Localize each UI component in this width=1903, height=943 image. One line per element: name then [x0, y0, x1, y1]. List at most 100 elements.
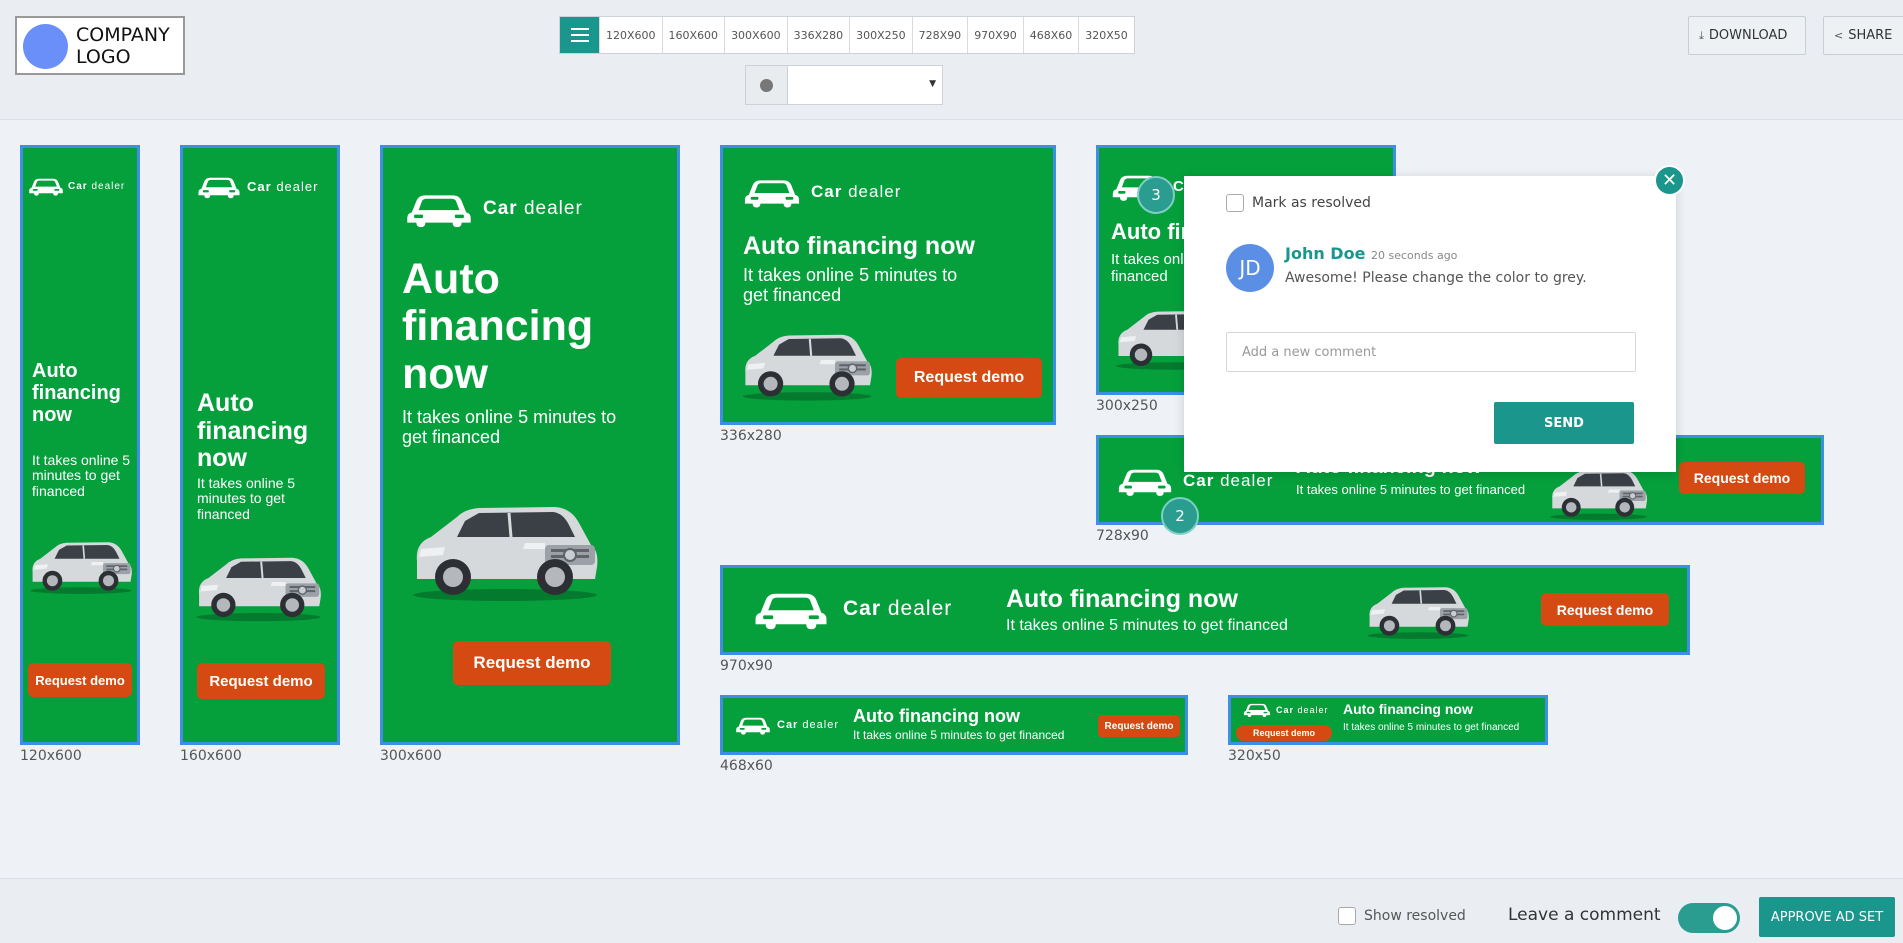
mark-resolved-row[interactable]: Mark as resolved: [1226, 194, 1371, 212]
car-icon: [28, 175, 64, 197]
car-icon: [1117, 464, 1173, 498]
send-button[interactable]: SEND: [1494, 402, 1634, 444]
brand-light: dealer: [91, 180, 126, 192]
size-button-468x60[interactable]: 468X60: [1022, 17, 1079, 53]
brand-bold: Car: [1276, 704, 1295, 715]
size-button-320x50[interactable]: 320X50: [1078, 17, 1134, 53]
ad-size-label: 970x90: [720, 658, 773, 674]
ad-preview-336x280[interactable]: Car dealer Auto financing now It takes o…: [720, 145, 1056, 425]
share-label: SHARE: [1848, 28, 1893, 43]
download-icon: ⤓: [1699, 28, 1704, 42]
hamburger-icon[interactable]: [560, 17, 599, 53]
share-icon: <: [1834, 29, 1844, 42]
car-photo: [1363, 574, 1473, 640]
brand-light: dealer: [1297, 704, 1329, 715]
ad-size-label: 120x600: [20, 748, 82, 764]
ad-cta-button[interactable]: Request demo: [896, 358, 1042, 398]
ad-cta-button[interactable]: Request demo: [1236, 725, 1332, 741]
ad-preview-300x600[interactable]: Car dealer Auto financing now It takes o…: [380, 145, 680, 745]
company-logo[interactable]: COMPANY LOGO: [15, 16, 185, 75]
size-button-728x90[interactable]: 728X90: [911, 17, 968, 53]
brand-bold: Car: [68, 180, 88, 192]
comment-mode-toggle[interactable]: [1678, 903, 1740, 933]
ad-cta-button[interactable]: Request demo: [453, 641, 611, 685]
car-icon: [405, 188, 473, 230]
language-selector[interactable]: ▼: [745, 65, 943, 105]
comment-popup: Mark as resolved JD John Doe 20 seconds …: [1184, 176, 1676, 472]
caret-down-icon: ▼: [929, 79, 936, 89]
car-icon: [743, 174, 801, 210]
ad-brand: Car dealer: [28, 175, 125, 197]
ad-cta-button[interactable]: Request demo: [28, 663, 132, 697]
brand-bold: Car: [483, 198, 518, 219]
logo-text: COMPANY LOGO: [76, 24, 170, 68]
car-photo: [26, 528, 136, 596]
comment-badge-3[interactable]: 3: [1137, 176, 1175, 214]
share-button[interactable]: < SHARE: [1823, 16, 1903, 55]
car-photo: [191, 540, 326, 624]
ad-size-label: 336x280: [720, 428, 782, 444]
ad-brand: Car dealer: [735, 714, 839, 736]
download-button[interactable]: ⤓ DOWNLOAD: [1688, 16, 1806, 55]
ad-cta-button[interactable]: Request demo: [197, 663, 325, 699]
top-toolbar: COMPANY LOGO 120X600 160X600 300X600 336…: [0, 0, 1903, 120]
ad-cta-button[interactable]: Request demo: [1541, 593, 1669, 626]
brand-bold: Car: [247, 179, 272, 194]
brand-bold: Car: [811, 182, 843, 201]
download-label: DOWNLOAD: [1708, 28, 1788, 43]
ad-headline: Auto financing now: [197, 389, 309, 472]
ad-subline: It takes online 5 minutes to get finance…: [1296, 482, 1526, 497]
car-icon: [197, 173, 241, 200]
language-dropdown[interactable]: ▼: [788, 66, 942, 104]
car-photo: [405, 483, 605, 603]
brand-bold: Car: [1183, 471, 1215, 490]
brand-light: dealer: [887, 597, 953, 620]
ad-size-label: 728x90: [1096, 528, 1149, 544]
new-comment-input[interactable]: Add a new comment: [1226, 332, 1636, 372]
brand-light: dealer: [1220, 471, 1274, 490]
brand-light: dealer: [523, 198, 583, 219]
size-button-300x250[interactable]: 300X250: [849, 17, 912, 53]
size-button-160x600[interactable]: 160X600: [661, 17, 725, 53]
ad-subline: It takes online 5 minutes to get finance…: [853, 728, 1065, 742]
ad-size-label: 160x600: [180, 748, 242, 764]
ad-preview-970x90[interactable]: Car dealer Auto financing now It takes o…: [720, 565, 1690, 655]
ad-headline: Auto financing now: [402, 255, 594, 398]
ad-brand: Car dealer: [405, 188, 583, 230]
close-icon[interactable]: ✕: [1654, 165, 1685, 196]
brand-light: dealer: [848, 182, 902, 201]
logo-circle-icon: [23, 24, 68, 69]
ad-brand: Car dealer: [197, 173, 318, 200]
size-button-120x600[interactable]: 120X600: [599, 17, 662, 53]
ad-subline: It takes online 5 minutes to get finance…: [1006, 617, 1288, 634]
size-button-300x600[interactable]: 300X600: [724, 17, 787, 53]
ad-headline: Auto financing now: [1006, 585, 1238, 613]
show-resolved-row[interactable]: Show resolved: [1338, 907, 1466, 925]
comment-author: John Doe: [1285, 244, 1366, 263]
ad-headline: Auto financing now: [1343, 701, 1473, 717]
mark-resolved-checkbox[interactable]: [1226, 194, 1244, 212]
ad-size-label: 300x600: [380, 748, 442, 764]
size-button-336x280[interactable]: 336X280: [786, 17, 850, 53]
comment-badge-2[interactable]: 2: [1161, 497, 1199, 535]
ad-brand: Car dealer: [1243, 701, 1329, 718]
ad-preview-120x600[interactable]: Car dealer Auto financing now It takes o…: [20, 145, 140, 745]
ad-cta-button[interactable]: Request demo: [1098, 715, 1180, 737]
ad-preview-320x50[interactable]: Car dealer Request demo Auto financing n…: [1228, 695, 1548, 745]
car-icon: [753, 586, 829, 632]
ad-cta-button[interactable]: Request demo: [1679, 462, 1805, 494]
brand-light: dealer: [276, 179, 319, 194]
approve-ad-set-button[interactable]: APPROVE AD SET: [1759, 897, 1895, 937]
show-resolved-checkbox[interactable]: [1338, 907, 1356, 925]
ad-preview-160x600[interactable]: Car dealer Auto financing now It takes o…: [180, 145, 340, 745]
ad-brand: Car dealer: [753, 586, 952, 632]
leave-comment-label: Leave a comment: [1508, 905, 1661, 925]
ad-subline: It takes online 5 minutes to get finance…: [402, 407, 617, 447]
size-button-970x90[interactable]: 970X90: [967, 17, 1023, 53]
ad-headline: Auto financing now: [32, 360, 121, 426]
mark-resolved-label: Mark as resolved: [1252, 195, 1371, 211]
ad-preview-468x60[interactable]: Car dealer Auto financing now It takes o…: [720, 695, 1188, 755]
show-resolved-label: Show resolved: [1364, 908, 1466, 924]
ad-subline: It takes online 5 minutes to get finance…: [32, 452, 131, 499]
ad-size-label: 468x60: [720, 758, 773, 774]
